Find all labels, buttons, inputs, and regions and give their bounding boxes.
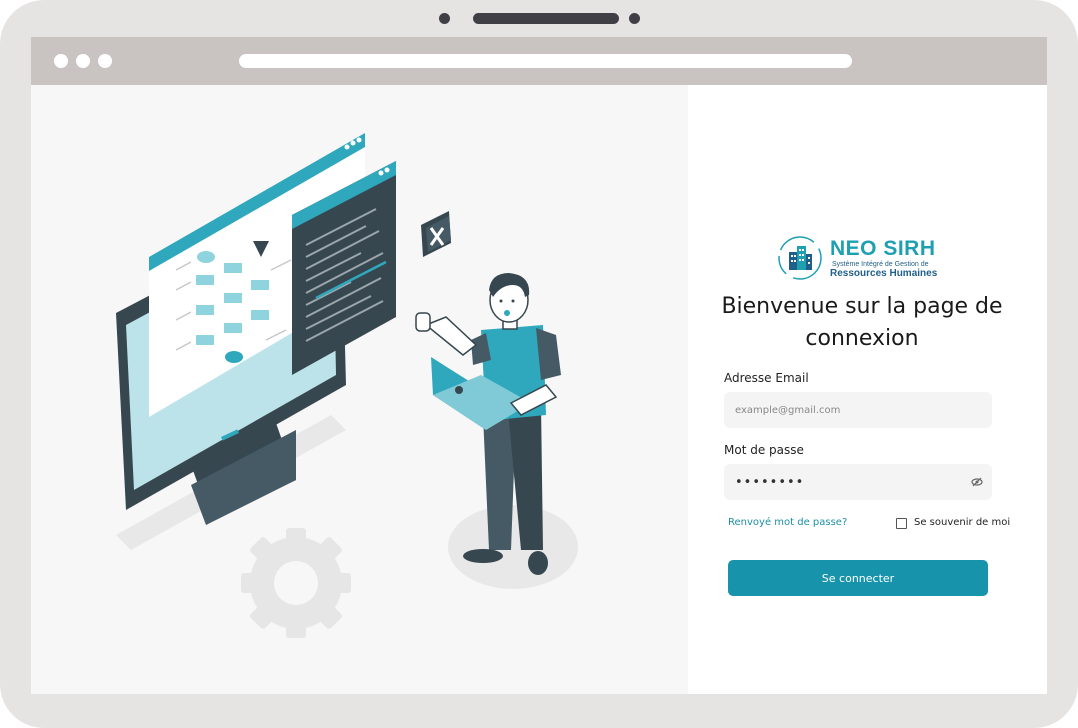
browser-viewport: NEO SIRH Système Intégré de Gestion de R… (31, 85, 1047, 694)
remember-checkbox[interactable] (896, 518, 907, 529)
login-panel: NEO SIRH Système Intégré de Gestion de R… (688, 85, 1047, 694)
illustration-panel (31, 85, 688, 694)
remember-label: Se souvenir de moi (914, 517, 1011, 528)
window-dot-icon (98, 54, 112, 68)
eye-off-icon[interactable] (971, 476, 983, 488)
browser-toolbar (31, 37, 1047, 85)
gear-icon (241, 528, 351, 638)
password-value: •••••••• (735, 475, 805, 490)
email-field[interactable] (724, 392, 992, 428)
building-logo-icon (778, 236, 822, 280)
password-field[interactable]: •••••••• (724, 464, 992, 500)
device-frame: NEO SIRH Système Intégré de Gestion de R… (0, 0, 1078, 728)
page-title: Bienvenue sur la page de connexion (721, 294, 1003, 351)
brand-subtitle-strong: Ressources Humaines (830, 268, 938, 279)
window-dot-icon (76, 54, 90, 68)
login-button[interactable]: Se connecter (728, 560, 988, 596)
address-bar[interactable] (239, 54, 852, 68)
window-dot-icon (54, 54, 68, 68)
forgot-password-link[interactable]: Renvoyé mot de passe? (728, 517, 847, 528)
password-label: Mot de passe (724, 443, 804, 457)
brand-subtitle: Système Intégré de Gestion de (832, 261, 929, 268)
camera-dot-left (439, 13, 450, 24)
developer-illustration (116, 133, 578, 638)
speaker-bar (473, 13, 619, 24)
camera-dot-right (629, 13, 640, 24)
brand-logo: NEO SIRH Système Intégré de Gestion de R… (776, 234, 938, 282)
email-label: Adresse Email (724, 371, 809, 385)
remember-me[interactable]: Se souvenir de moi (896, 517, 1046, 531)
brand-name: NEO SIRH (830, 237, 936, 260)
email-field-container (724, 392, 992, 428)
